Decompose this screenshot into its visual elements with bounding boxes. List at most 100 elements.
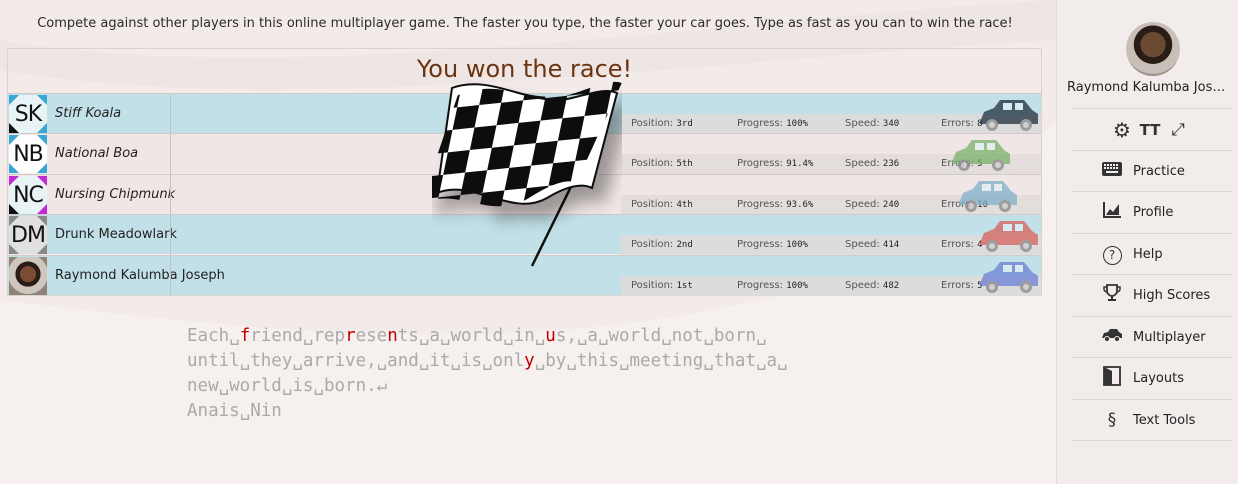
car-icon	[976, 96, 1042, 138]
sidebar-item-text-tools[interactable]: § Text Tools	[1071, 400, 1233, 441]
avatar: DM	[9, 216, 47, 254]
avatar: NC	[9, 176, 47, 214]
layouts-icon	[1099, 366, 1125, 391]
divider	[1071, 108, 1233, 109]
stat-value: 340	[882, 119, 900, 129]
text-segment: Anais␣Nin	[187, 401, 282, 421]
racer-name: Raymond Kalumba Joseph	[55, 268, 225, 283]
main-area: Compete against other players in this on…	[0, 0, 1056, 484]
stat-progress: Progress: 100%	[737, 239, 808, 250]
sidebar-item-label: Layouts	[1133, 371, 1184, 386]
divider	[170, 94, 171, 134]
stat-value: 3rd	[676, 119, 693, 129]
car-icon	[976, 258, 1042, 300]
racer-name: National Boa	[55, 146, 139, 161]
stat-label: Progress:	[737, 158, 784, 169]
racer-name: Drunk Meadowlark	[55, 227, 177, 242]
stat-value: 236	[882, 159, 900, 169]
stat-value: 5th	[676, 159, 693, 169]
stat-position: Position: 2nd	[631, 239, 693, 250]
keyboard-icon	[1099, 161, 1125, 181]
sidebar-item-high-scores[interactable]: High Scores	[1071, 276, 1233, 317]
stat-label: Progress:	[737, 239, 784, 250]
typing-text[interactable]: Each␣friend␣represents␣a␣world␣in␣us,␣a␣…	[187, 324, 887, 424]
text-segment: s,␣a␣world␣not␣born␣	[555, 326, 767, 346]
avatar[interactable]	[1126, 22, 1180, 76]
avatar-initials: NC	[13, 182, 44, 208]
stat-label: Position:	[631, 280, 674, 291]
trophy-icon	[1099, 283, 1125, 308]
car-icon	[976, 217, 1042, 259]
error-char: n	[387, 326, 398, 346]
car-icon	[948, 136, 1014, 178]
stat-label: Progress:	[737, 280, 784, 291]
stat-label: Errors:	[941, 239, 974, 250]
checkered-flag-icon	[432, 78, 622, 267]
stat-label: Position:	[631, 118, 674, 129]
stat-speed: Speed: 236	[845, 158, 899, 169]
user-name[interactable]: Raymond Kalumba Jose…	[1067, 80, 1232, 95]
avatar: NB	[9, 135, 47, 173]
avatar-initials: NB	[13, 141, 44, 167]
sidebar-item-label: Help	[1133, 246, 1163, 262]
text-line: new␣world␣is␣born.↵	[187, 374, 887, 399]
sidebar-item-profile[interactable]: Profile	[1071, 193, 1233, 234]
stat-position: Position: 5th	[631, 158, 693, 169]
text-segment: ese	[355, 326, 388, 346]
sidebar-item-multiplayer[interactable]: Multiplayer	[1071, 317, 1233, 358]
stat-label: Errors:	[941, 118, 974, 129]
text-segment: ␣by␣this␣meeting␣that␣a␣	[534, 351, 788, 371]
avatar: SK	[9, 95, 47, 133]
car-icon	[1099, 327, 1125, 347]
text-size-icon[interactable]: TT	[1139, 118, 1161, 142]
stat-label: Position:	[631, 199, 674, 210]
stat-speed: Speed: 482	[845, 280, 899, 291]
avatar-initials: SK	[14, 101, 42, 127]
sidebar-item-practice[interactable]: Practice	[1071, 151, 1233, 192]
avatar	[9, 257, 47, 295]
sidebar: Raymond Kalumba Jose… ⚙ TT ⤢ Practice Pro…	[1056, 0, 1238, 484]
stat-progress: Progress: 93.6%	[737, 199, 813, 210]
racer-name: Stiff Koala	[55, 106, 122, 121]
text-segment: Each␣	[187, 326, 240, 346]
text-line: until␣they␣arrive,␣and␣it␣is␣only␣by␣thi…	[187, 349, 887, 374]
sidebar-item-layouts[interactable]: Layouts	[1071, 359, 1233, 400]
gear-icon[interactable]: ⚙	[1111, 118, 1133, 142]
stat-label: Speed:	[845, 280, 880, 291]
stat-label: Progress:	[737, 199, 784, 210]
stat-label: Position:	[631, 158, 674, 169]
stat-value: 2nd	[676, 240, 693, 250]
stat-value: 91.4%	[786, 159, 814, 169]
stat-label: Speed:	[845, 239, 880, 250]
divider	[170, 175, 171, 215]
stat-progress: Progress: 91.4%	[737, 158, 813, 169]
stat-label: Speed:	[845, 199, 880, 210]
stat-speed: Speed: 240	[845, 199, 899, 210]
stat-value: 4th	[676, 200, 693, 210]
stat-progress: Progress: 100%	[737, 118, 808, 129]
stat-position: Position: 4th	[631, 199, 693, 210]
stat-position: Position: 3rd	[631, 118, 693, 129]
stat-label: Errors:	[941, 280, 974, 291]
sidebar-item-label: High Scores	[1133, 288, 1211, 303]
divider	[170, 134, 171, 174]
sidebar-item-label: Text Tools	[1133, 412, 1196, 428]
intro-text: Compete against other players in this on…	[37, 16, 1013, 31]
stat-speed: Speed: 340	[845, 118, 899, 129]
sidebar-item-label: Profile	[1133, 205, 1174, 220]
stat-label: Progress:	[737, 118, 784, 129]
stat-position: Position: 1st	[631, 280, 693, 291]
stat-value: 414	[882, 240, 900, 250]
error-char: u	[545, 326, 556, 346]
text-line: Anais␣Nin	[187, 399, 887, 424]
sidebar-item-help[interactable]: ? Help	[1071, 234, 1233, 275]
divider	[170, 256, 171, 296]
stat-speed: Speed: 414	[845, 239, 899, 250]
avatar-initials: DM	[11, 222, 46, 248]
stat-label: Speed:	[845, 158, 880, 169]
stat-value: 100%	[786, 240, 808, 250]
car-icon	[955, 177, 1021, 219]
fullscreen-icon[interactable]: ⤢	[1167, 118, 1189, 142]
error-char: r	[345, 326, 356, 346]
stat-value: 240	[882, 200, 900, 210]
